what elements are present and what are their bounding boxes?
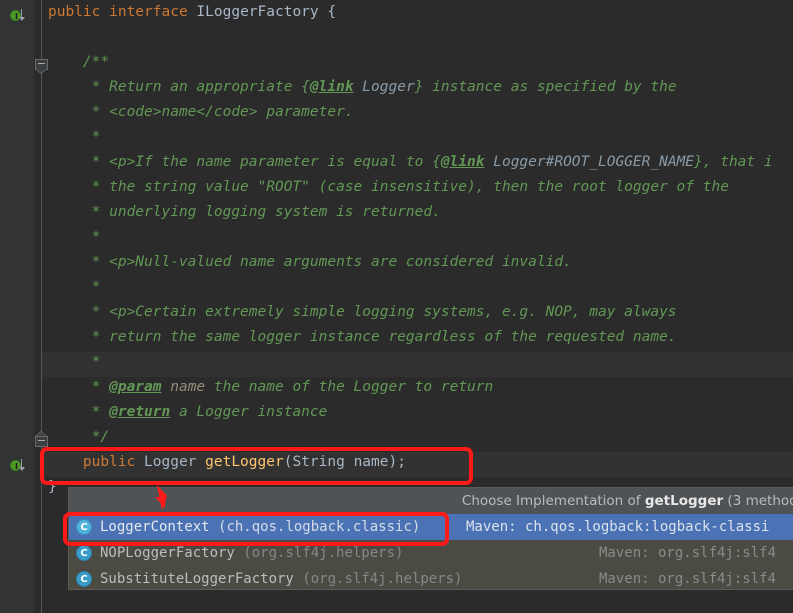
- code-token: *: [48, 379, 110, 395]
- class-package: (org.slf4j.helpers): [302, 571, 463, 587]
- class-name: LoggerContext: [100, 519, 210, 535]
- fold-tip-inner: [36, 69, 46, 73]
- code-token: the name of the Logger to return: [205, 379, 494, 395]
- popup-title: Choose Implementation of getLogger (3 me…: [69, 488, 793, 514]
- implementation-list-item[interactable]: C NOPLoggerFactory (org.slf4j.helpers) Mav…: [69, 540, 793, 566]
- marker-glyph: I: [15, 461, 18, 471]
- code-token: name: [161, 379, 206, 395]
- code-token: } instance as specified by the: [414, 79, 677, 95]
- code-token: * return the same logger instance regard…: [48, 329, 677, 345]
- marker-glyph: I: [15, 11, 18, 21]
- popup-title-prefix: Choose Implementation of: [461, 493, 645, 509]
- code-line: * the string value "ROOT" (case insensit…: [48, 175, 793, 200]
- code-line: *: [48, 225, 793, 250]
- class-name: NOPLoggerFactory: [100, 545, 235, 561]
- code-token: }: [48, 479, 57, 495]
- code-token: * <code>name</code> parameter.: [48, 104, 354, 120]
- popup-title-suffix: (3 methods found): [727, 493, 793, 509]
- library-label: Maven: ch.qos.logback:logback-classi: [466, 519, 770, 535]
- fold-javadoc[interactable]: [35, 59, 48, 74]
- collapse-icon: [38, 63, 45, 64]
- fold-body: [35, 436, 48, 447]
- code-line: public interface ILoggerFactory {: [48, 0, 793, 25]
- code-line: * @return a Logger instance: [48, 400, 793, 425]
- code-token: Logger#ROOT_LOGGER_NAME: [493, 154, 695, 170]
- code-token: *: [48, 354, 101, 370]
- code-token: * <p>Certain extremely simple logging sy…: [48, 304, 677, 320]
- code-token: interface: [109, 4, 197, 20]
- code-line: *: [48, 275, 793, 300]
- code-token: String: [292, 454, 354, 470]
- popup-title-method: getLogger: [644, 493, 724, 509]
- implementation-list-item[interactable]: C LoggerContext (ch.qos.logback.classic) M…: [69, 514, 793, 540]
- implemented-method-marker[interactable]: I: [10, 459, 25, 473]
- marker-arrow-icon: [19, 9, 25, 21]
- code-line: * <p>Null-valued name arguments are cons…: [48, 250, 793, 275]
- code-token: Logger: [144, 454, 206, 470]
- class-icon: C: [76, 571, 92, 587]
- code-folding-rail: [41, 0, 42, 613]
- code-token: ILoggerFactory: [196, 4, 319, 20]
- code-token: @param: [109, 379, 162, 395]
- editor-gutter[interactable]: [0, 0, 34, 613]
- library-label: Maven: org.slf4j:slf4: [599, 545, 777, 561]
- code-line: *: [48, 125, 793, 150]
- class-icon: C: [76, 519, 92, 535]
- code-line: * <p>If the name parameter is equal to {…: [48, 150, 793, 175]
- code-line: * <code>name</code> parameter.: [48, 100, 793, 125]
- code-token: *: [48, 279, 101, 295]
- class-package: (org.slf4j.helpers): [243, 545, 404, 561]
- implementation-name-label: LoggerContext (ch.qos.logback.classic): [100, 519, 420, 535]
- code-token: *: [48, 129, 101, 145]
- choose-implementation-popup[interactable]: Choose Implementation of getLogger (3 me…: [68, 487, 793, 590]
- code-token: @link: [440, 154, 485, 170]
- code-token: @return: [109, 404, 171, 420]
- code-line: * return the same logger instance regard…: [48, 325, 793, 350]
- implementation-list-item[interactable]: C SubstituteLoggerFactory (org.slf4j.help…: [69, 566, 793, 589]
- code-token: * <p>If the name parameter is equal to {: [48, 154, 441, 170]
- code-token: @link: [309, 79, 354, 95]
- code-token: * the string value "ROOT" (case insensit…: [48, 179, 729, 195]
- class-name: SubstituteLoggerFactory: [100, 571, 294, 587]
- fold-javadoc-end[interactable]: [35, 431, 48, 447]
- code-line: *: [48, 350, 793, 375]
- gutter-strip: [34, 0, 41, 613]
- code-token: *: [48, 229, 101, 245]
- code-token: {: [318, 4, 337, 20]
- code-line: * underlying logging system is returned.: [48, 200, 793, 225]
- code-token: public: [48, 454, 145, 470]
- code-token: name: [353, 454, 389, 470]
- code-line: */: [48, 425, 793, 450]
- code-token: Logger: [362, 79, 415, 95]
- code-token: */: [48, 429, 110, 445]
- class-icon: C: [76, 545, 92, 561]
- implementation-name-label: SubstituteLoggerFactory (org.slf4j.helpe…: [100, 571, 462, 587]
- code-token: );: [388, 454, 406, 470]
- ide-editor-window: I I public interface ILoggerFactory { /**…: [0, 0, 793, 613]
- code-token: getLogger: [205, 454, 284, 470]
- code-token: }, that i: [694, 154, 773, 170]
- library-label: Maven: org.slf4j:slf4: [599, 571, 777, 587]
- code-token: * underlying logging system is returned.: [48, 204, 441, 220]
- code-line: public Logger getLogger(String name);: [48, 450, 793, 475]
- fold-tip-inner: [36, 432, 46, 436]
- code-token: * Return an appropriate {: [48, 79, 310, 95]
- code-token: /**: [48, 54, 110, 70]
- implementation-name-label: NOPLoggerFactory (org.slf4j.helpers): [100, 545, 403, 561]
- code-line: * @param name the name of the Logger to …: [48, 375, 793, 400]
- code-line: /**: [48, 50, 793, 75]
- code-token: * <p>Null-valued name arguments are cons…: [48, 254, 572, 270]
- implemented-interface-marker-top[interactable]: I: [10, 9, 25, 23]
- code-token: public: [48, 4, 110, 20]
- marker-arrow-icon: [19, 459, 25, 471]
- class-package: (ch.qos.logback.classic): [218, 519, 421, 535]
- code-line: * <p>Certain extremely simple logging sy…: [48, 300, 793, 325]
- code-token: *: [48, 404, 110, 420]
- collapse-icon: [38, 440, 45, 441]
- code-line: * Return an appropriate {@link Logger} i…: [48, 75, 793, 100]
- code-token: a Logger instance: [170, 404, 328, 420]
